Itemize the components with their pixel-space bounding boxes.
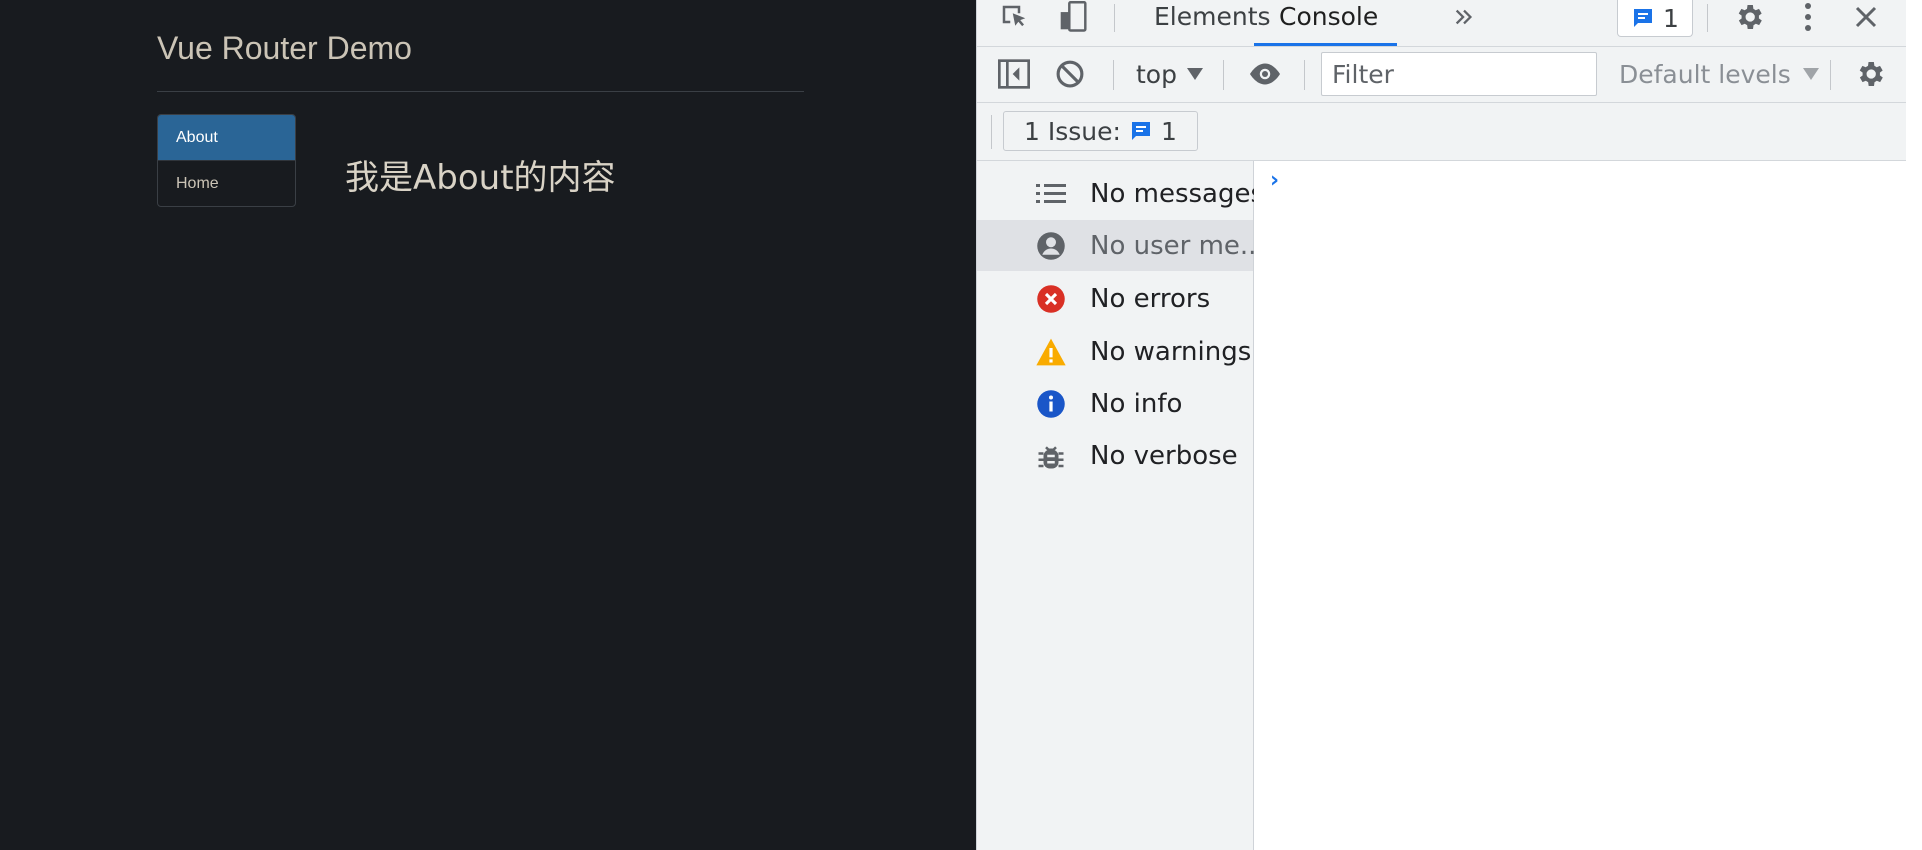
log-levels-select[interactable]: Default levels [1619,55,1819,93]
more-options-icon[interactable] [1791,0,1825,34]
issues-count: 1 [1663,3,1679,33]
tab-elements[interactable]: Elements [1154,0,1271,46]
message-icon [1131,122,1150,140]
dropdown-arrow-icon [1186,68,1203,80]
sidebar-item-label: No user me... [1090,230,1265,261]
console-prompt-chevron-icon[interactable]: › [1270,168,1279,193]
filter-input[interactable] [1321,52,1597,96]
devtools-panel: Elements Console 1 top Filter Default le… [976,0,1907,850]
sidebar-item-verbose[interactable]: No verbose [977,430,1253,481]
tab-console[interactable]: Console [1254,0,1397,46]
page-title: Vue Router Demo [157,30,412,66]
close-devtools-icon[interactable] [1849,0,1883,34]
sidebar-item-info[interactable]: No info [977,378,1253,429]
tab-console-label: Console [1279,2,1379,31]
toolbar-separator-2 [1223,60,1224,90]
route-content: 我是About的内容 [345,158,616,198]
title-divider [157,91,804,92]
tabbar-separator-2 [1707,4,1708,32]
console-settings-gear-icon[interactable] [1853,57,1887,91]
console-sidebar: No messages No user me... No errors No w… [977,161,1265,850]
app-page: Vue Router Demo About Home 我是About的内容 [0,0,976,850]
sidebar-item-messages[interactable]: No messages [977,168,1264,219]
issuebar-separator [991,115,992,149]
nav-list: About Home [157,114,296,207]
warning-icon [1035,336,1067,368]
inspect-element-icon[interactable] [997,0,1031,34]
list-icon [1035,178,1067,210]
toolbar-separator-3 [1304,60,1305,90]
sidebar-item-label: No verbose [1090,440,1238,471]
context-select-value: top [1136,59,1177,89]
message-icon [1634,9,1653,27]
sidebar-item-label: No messages [1090,178,1265,209]
log-levels-value: Default levels [1619,59,1791,89]
sidebar-item-user-messages[interactable]: No user me... [977,220,1265,271]
console-toolbar: top Default levels [977,47,1907,103]
sidebar-item-label: No errors [1090,283,1211,314]
dropdown-arrow-icon [1802,68,1819,80]
sidebar-toggle-icon[interactable] [997,57,1031,91]
issues-bar: 1 Issue: 1 [977,103,1907,161]
context-select[interactable]: top [1136,55,1203,93]
settings-gear-icon[interactable] [1729,0,1769,34]
sidebar-item-label: No warnings [1090,336,1252,367]
toolbar-separator-4 [1830,60,1831,90]
tabbar-separator [1114,4,1115,32]
info-icon [1035,388,1067,420]
clear-console-icon[interactable] [1053,57,1087,91]
user-icon [1035,230,1067,262]
nav-item-about[interactable]: About [158,115,295,160]
sidebar-item-errors[interactable]: No errors [977,273,1253,324]
issues-label: 1 Issue: [1024,116,1121,146]
live-expression-eye-icon[interactable] [1246,57,1284,91]
sidebar-item-warnings[interactable]: No warnings [977,326,1253,377]
bug-icon [1035,440,1067,472]
issues-bar-count: 1 [1160,116,1177,146]
nav-item-home[interactable]: Home [158,160,295,206]
error-icon [1035,283,1067,315]
toolbar-separator [1113,60,1114,90]
console-output-area[interactable] [1254,161,1907,850]
devtools-tabbar: Elements Console 1 [977,0,1907,47]
device-toolbar-icon[interactable] [1056,0,1090,34]
issues-counter-button[interactable]: 1 [1617,0,1693,37]
sidebar-item-label: No info [1090,388,1183,419]
tab-active-indicator [1254,43,1397,46]
window-edge [1906,0,1922,850]
more-tabs-chevron-icon[interactable] [1447,0,1481,34]
open-issues-button[interactable]: 1 Issue: 1 [1003,111,1198,151]
